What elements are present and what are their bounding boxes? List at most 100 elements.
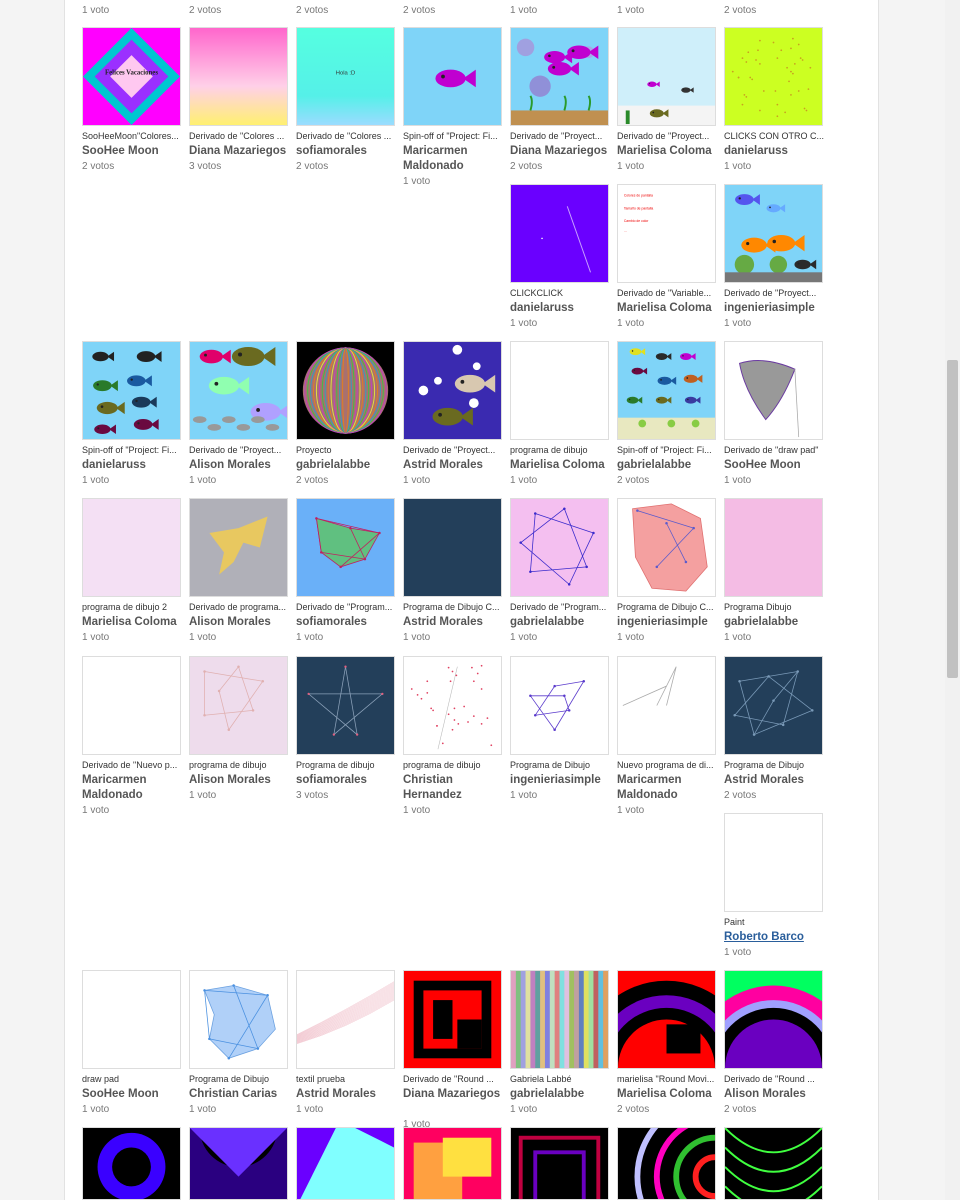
- project-author-link[interactable]: Alison Morales: [724, 1087, 834, 1102]
- project-thumbnail[interactable]: [296, 1127, 395, 1200]
- project-title[interactable]: Derivado de "Colores ...: [189, 131, 289, 142]
- project-title[interactable]: Derivado de programa...: [189, 602, 289, 613]
- project-title[interactable]: Spin-off of "Project: Fi...: [82, 445, 182, 456]
- project-thumbnail[interactable]: [189, 656, 288, 755]
- project-author-link[interactable]: ingenieriasimple: [510, 773, 620, 788]
- project-thumbnail[interactable]: [403, 27, 502, 126]
- project-author-link[interactable]: Alison Morales: [189, 615, 299, 630]
- project-thumbnail[interactable]: [296, 341, 395, 440]
- project-thumbnail[interactable]: [296, 498, 395, 597]
- project-author-link[interactable]: Diana Mazariegos: [510, 144, 620, 159]
- project-title[interactable]: programa de dibujo: [189, 760, 289, 771]
- project-thumbnail[interactable]: [403, 656, 502, 755]
- project-author-link[interactable]: Diana Mazariegos: [189, 144, 299, 159]
- project-title[interactable]: CLICKCLICK: [510, 288, 610, 299]
- project-title[interactable]: Derivado de "Program...: [510, 602, 610, 613]
- project-thumbnail[interactable]: [403, 970, 502, 1069]
- project-author-link[interactable]: Marielisa Coloma: [617, 1087, 727, 1102]
- project-thumbnail[interactable]: [617, 27, 716, 126]
- project-thumbnail[interactable]: [617, 341, 716, 440]
- project-author-link[interactable]: Maricarmen Maldonado: [617, 773, 727, 803]
- project-title[interactable]: Programa de Dibujo C...: [617, 602, 717, 613]
- project-thumbnail[interactable]: [724, 1127, 823, 1200]
- project-author-link[interactable]: SooHee Moon: [82, 1087, 192, 1102]
- project-author-link[interactable]: Astrid Morales: [296, 1087, 406, 1102]
- project-title[interactable]: marielisa "Round Movi...: [617, 1074, 717, 1085]
- project-thumbnail[interactable]: [510, 1127, 609, 1200]
- project-thumbnail[interactable]: Hola :D: [296, 27, 395, 126]
- project-author-link[interactable]: Diana Mazariegos: [403, 1087, 513, 1102]
- project-title[interactable]: Programa de Dibujo C...: [403, 602, 503, 613]
- project-thumbnail[interactable]: [724, 184, 823, 283]
- project-thumbnail[interactable]: [403, 341, 502, 440]
- project-thumbnail[interactable]: [617, 1127, 716, 1200]
- project-thumbnail[interactable]: [617, 498, 716, 597]
- project-thumbnail[interactable]: [82, 1127, 181, 1200]
- project-thumbnail[interactable]: [724, 498, 823, 597]
- project-title[interactable]: Derivado de "Round ...: [724, 1074, 824, 1085]
- project-thumbnail[interactable]: [510, 27, 609, 126]
- project-title[interactable]: Derivado de "Proyect...: [510, 131, 610, 142]
- project-author-link[interactable]: Christian Hernandez: [403, 773, 513, 803]
- project-title[interactable]: programa de dibujo: [510, 445, 610, 456]
- project-author-link[interactable]: Christian Carias: [189, 1087, 299, 1102]
- project-author-link[interactable]: SooHee Moon: [724, 458, 834, 473]
- project-title[interactable]: Derivado de "draw pad": [724, 445, 824, 456]
- project-thumbnail[interactable]: [403, 1127, 502, 1200]
- project-title[interactable]: programa de dibujo 2: [82, 602, 182, 613]
- project-author-link[interactable]: gabrielalabbe: [510, 1087, 620, 1102]
- project-thumbnail[interactable]: [82, 656, 181, 755]
- project-author-link[interactable]: ingenieriasimple: [617, 615, 727, 630]
- project-author-link[interactable]: Marielisa Coloma: [82, 615, 192, 630]
- project-author-link[interactable]: Maricarmen Maldonado: [82, 773, 192, 803]
- project-title[interactable]: Gabriela Labbé: [510, 1074, 610, 1085]
- project-title[interactable]: Nuevo programa de di...: [617, 760, 717, 771]
- project-thumbnail[interactable]: [724, 813, 823, 912]
- project-author-link[interactable]: Alison Morales: [189, 773, 299, 788]
- project-thumbnail[interactable]: [724, 970, 823, 1069]
- project-thumbnail[interactable]: [82, 970, 181, 1069]
- project-title[interactable]: Derivado de "Proyect...: [189, 445, 289, 456]
- project-title[interactable]: Paint: [724, 917, 824, 928]
- project-author-link[interactable]: Marielisa Coloma: [510, 458, 620, 473]
- project-thumbnail[interactable]: [189, 1127, 288, 1200]
- project-thumbnail[interactable]: [296, 970, 395, 1069]
- project-title[interactable]: Derivado de "Proyect...: [403, 445, 503, 456]
- project-thumbnail[interactable]: [724, 656, 823, 755]
- project-thumbnail[interactable]: [724, 27, 823, 126]
- project-thumbnail[interactable]: Felices Vacaciones: [82, 27, 181, 126]
- project-author-link[interactable]: sofiamorales: [296, 615, 406, 630]
- project-author-link[interactable]: Astrid Morales: [724, 773, 834, 788]
- project-title[interactable]: Derivado de "Variable...: [617, 288, 717, 299]
- project-author-link[interactable]: Marielisa Coloma: [617, 301, 727, 316]
- project-title[interactable]: SooHeeMoon"Colores...: [82, 131, 182, 142]
- project-title[interactable]: Programa de Dibujo: [510, 760, 610, 771]
- project-title[interactable]: Derivado de "Proyect...: [724, 288, 824, 299]
- project-title[interactable]: CLICKS CON OTRO C...: [724, 131, 824, 142]
- project-thumbnail[interactable]: [510, 656, 609, 755]
- project-thumbnail[interactable]: [617, 970, 716, 1069]
- project-thumbnail[interactable]: [510, 184, 609, 283]
- project-title[interactable]: Programa Dibujo: [724, 602, 824, 613]
- project-author-link[interactable]: gabrielalabbe: [617, 458, 727, 473]
- project-author-link[interactable]: Astrid Morales: [403, 458, 513, 473]
- project-title[interactable]: Proyecto: [296, 445, 396, 456]
- project-author-link[interactable]: Astrid Morales: [403, 615, 513, 630]
- project-title[interactable]: Programa de dibujo: [296, 760, 396, 771]
- project-title[interactable]: Derivado de "Program...: [296, 602, 396, 613]
- project-thumbnail[interactable]: [189, 27, 288, 126]
- project-thumbnail[interactable]: [82, 341, 181, 440]
- project-title[interactable]: Derivado de "Colores ...: [296, 131, 396, 142]
- project-title[interactable]: draw pad: [82, 1074, 182, 1085]
- project-author-link[interactable]: gabrielalabbe: [724, 615, 834, 630]
- project-author-link[interactable]: Marielisa Coloma: [617, 144, 727, 159]
- project-author-link[interactable]: sofiamorales: [296, 773, 406, 788]
- project-thumbnail[interactable]: [510, 341, 609, 440]
- project-thumbnail[interactable]: [189, 498, 288, 597]
- project-thumbnail[interactable]: [510, 498, 609, 597]
- project-title[interactable]: Programa de Dibujo: [724, 760, 824, 771]
- project-thumbnail[interactable]: [82, 498, 181, 597]
- project-author-link[interactable]: Maricarmen Maldonado: [403, 144, 513, 174]
- project-author-link[interactable]: gabrielalabbe: [510, 615, 620, 630]
- project-thumbnail[interactable]: [724, 341, 823, 440]
